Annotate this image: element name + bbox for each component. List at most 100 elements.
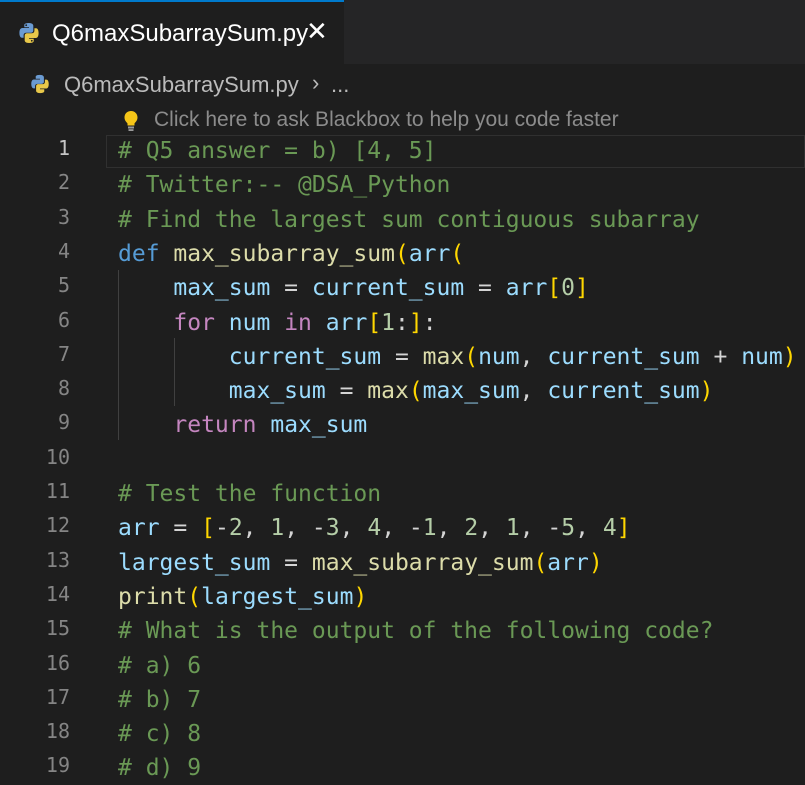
- code-token: max_sum: [173, 275, 271, 302]
- code-token: # d) 9: [118, 755, 202, 782]
- code-token: (: [464, 343, 479, 370]
- code-line: # a) 6: [118, 649, 201, 683]
- code-line: # Twitter:-- @DSA_Python: [118, 168, 450, 202]
- code-token: def: [118, 240, 174, 267]
- chevron-right-icon: ›: [312, 70, 320, 95]
- code-token: 1: [270, 515, 285, 542]
- code-line: # Find the largest sum contiguous subarr…: [118, 203, 700, 237]
- code-token: num: [228, 309, 271, 336]
- line-number: 19: [45, 753, 70, 778]
- code-token: ,: [519, 343, 548, 370]
- code-line: def max_subarray_sum(arr(: [118, 237, 464, 271]
- code-token: , -: [519, 515, 562, 542]
- code-token: arr: [118, 515, 160, 542]
- code-token: max: [422, 343, 465, 370]
- code-token: max_subarray_sum: [173, 240, 395, 267]
- code-line: print(largest_sum): [118, 580, 367, 614]
- code-token: (: [394, 240, 409, 267]
- code-token: 4: [602, 515, 617, 542]
- code-token: # a) 6: [118, 652, 202, 679]
- code-token: # c) 8: [118, 721, 202, 748]
- code-token: [: [367, 309, 382, 336]
- code-line: return max_sum: [118, 408, 367, 442]
- code-token: =: [270, 275, 312, 302]
- code-token: current_sum: [547, 343, 700, 370]
- line-number: 15: [45, 616, 70, 641]
- code-token: arr: [325, 309, 368, 336]
- code-token: # b) 7: [118, 686, 202, 713]
- breadcrumb-symbols[interactable]: ...: [331, 72, 349, 98]
- line-number: 7: [57, 341, 70, 366]
- line-number: 5: [57, 273, 70, 298]
- code-line: largest_sum = max_subarray_sum(arr): [118, 546, 603, 580]
- code-token: -: [214, 515, 229, 542]
- code-line: for num in arr[1:]:: [118, 306, 437, 340]
- line-number: 6: [57, 307, 70, 332]
- code-token: arr: [505, 275, 548, 302]
- code-token: ]: [408, 309, 423, 336]
- code-token: (: [450, 240, 465, 267]
- code-token: max_sum: [228, 378, 326, 405]
- code-token: ,: [436, 515, 465, 542]
- code-token: =: [270, 549, 312, 576]
- code-token: arr: [547, 549, 589, 576]
- code-token: 1: [381, 309, 396, 336]
- code-token: , -: [284, 515, 326, 542]
- code-token: , -: [381, 515, 423, 542]
- code-token: ): [588, 549, 603, 576]
- code-token: ]: [575, 275, 589, 302]
- line-number: 2: [57, 170, 70, 195]
- code-line: max_sum = current_sum = arr[0]: [118, 271, 589, 305]
- code-token: current_sum: [311, 275, 465, 302]
- code-token: ,: [519, 378, 548, 405]
- code-token: current_sum: [228, 343, 382, 370]
- code-token: ): [353, 583, 368, 610]
- code-token: 0: [561, 275, 576, 302]
- code-token: num: [478, 343, 520, 370]
- breadcrumb-file[interactable]: Q6maxSubarraySum.py: [64, 72, 299, 98]
- code-token: ,: [575, 515, 603, 542]
- hint-text: Click here to ask Blackbox to help you c…: [154, 108, 619, 131]
- code-token: # Test the function: [118, 481, 382, 507]
- code-token: arr: [408, 240, 451, 267]
- close-icon[interactable]: ✕: [306, 16, 328, 46]
- breadcrumb: Q6maxSubarraySum.py › ...: [0, 64, 805, 104]
- code-token: max_subarray_sum: [311, 549, 534, 576]
- code-line: # Q5 answer = b) [4, 5]: [118, 134, 437, 168]
- code-token: ]: [616, 515, 631, 542]
- code-token: largest_sum: [118, 549, 271, 576]
- line-number: 18: [45, 719, 70, 744]
- code-token: :: [422, 309, 437, 336]
- code-token: =: [381, 343, 423, 370]
- line-number: 4: [57, 238, 70, 263]
- line-number: 9: [57, 410, 70, 435]
- code-token: =: [464, 275, 506, 302]
- code-token: max_sum: [270, 412, 368, 439]
- code-token: in: [284, 309, 312, 336]
- code-line: # b) 7: [118, 683, 201, 717]
- editor-tab-bar: Q6maxSubarraySum.py ✕: [0, 0, 805, 64]
- code-token: # Find the largest sum contiguous subarr…: [118, 206, 700, 233]
- code-token: [: [201, 515, 215, 542]
- tab-title: Q6maxSubarraySum.py: [52, 20, 309, 47]
- lightbulb-icon: [124, 111, 138, 131]
- line-number: 16: [45, 650, 70, 675]
- code-token: 2: [464, 515, 479, 542]
- code-token: ): [699, 378, 714, 405]
- code-token: largest_sum: [201, 583, 354, 610]
- code-token: ,: [242, 515, 271, 542]
- code-token: :: [395, 309, 409, 336]
- tab-q6maxsubarraysum[interactable]: Q6maxSubarraySum.py ✕: [0, 0, 344, 64]
- code-token: num: [741, 343, 783, 370]
- python-icon: [31, 74, 49, 94]
- line-number: 8: [57, 376, 70, 401]
- code-token: for: [173, 309, 215, 336]
- line-number: 13: [45, 547, 70, 572]
